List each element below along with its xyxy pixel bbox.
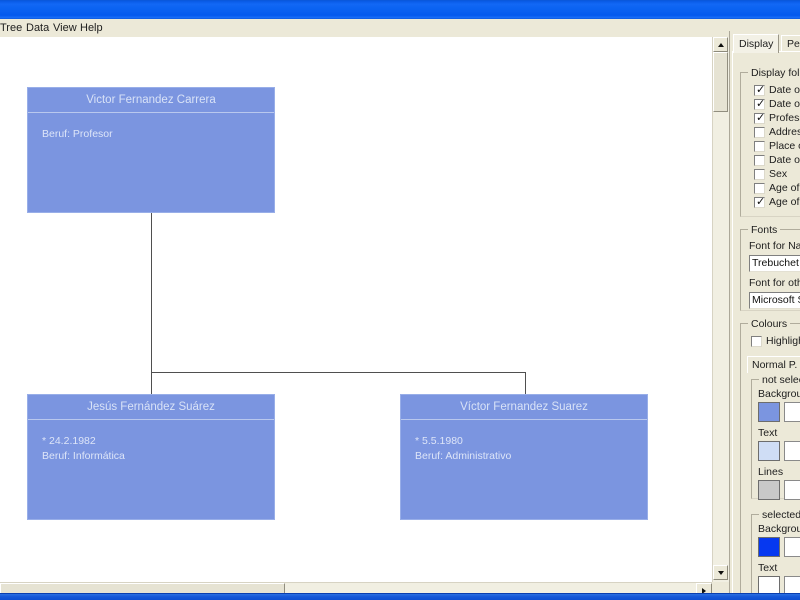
- check-mark-icon: ✓: [756, 195, 766, 208]
- checkbox-label: Age of dea: [769, 196, 800, 208]
- tree-node-name: Victor Fernandez Carrera: [28, 88, 274, 113]
- tree-canvas-area[interactable]: Victor Fernandez Carrera Beruf: Profesor…: [0, 37, 712, 582]
- check-mark-icon: ✓: [756, 97, 766, 110]
- tree-node-detail-line: * 5.5.1980: [415, 435, 463, 447]
- scroll-down-button[interactable]: [713, 565, 728, 580]
- not-selected-text-swatch[interactable]: [758, 441, 780, 461]
- check-mark-icon: ✓: [756, 111, 766, 124]
- fonts-group: Fonts Font for Names Trebuchet MS Font f…: [740, 224, 800, 311]
- tab-display[interactable]: Display: [733, 34, 780, 53]
- colours-group-label: Colours: [748, 318, 791, 330]
- connector-root-vertical: [151, 213, 152, 372]
- scroll-up-button[interactable]: [713, 37, 728, 52]
- checkbox-box: ✓: [754, 111, 766, 124]
- tree-node-detail-line: Beruf: Informática: [42, 450, 125, 462]
- tree-node-detail-line: * 24.2.1982: [42, 435, 96, 447]
- arrow-down-icon: [717, 570, 724, 575]
- tree-node-name: Jesús Fernández Suárez: [28, 395, 274, 420]
- taskbar[interactable]: [0, 593, 800, 600]
- colours-group: Colours Highlight o Normal P. not select…: [740, 318, 800, 599]
- arrow-up-icon: [717, 42, 724, 47]
- connector-right-child-vertical: [525, 372, 526, 394]
- tree-node-root[interactable]: Victor Fernandez Carrera Beruf: Profesor: [27, 87, 275, 213]
- not-selected-text-label: Text: [758, 427, 778, 439]
- font-for-names-label: Font for Names: [749, 240, 800, 252]
- selected-colours-group: selected Backgroun Text Lines: [751, 509, 800, 599]
- checkbox-label: Sex: [769, 168, 788, 180]
- subtab-normal-person[interactable]: Normal P.: [747, 356, 800, 373]
- font-for-names-input[interactable]: Trebuchet MS: [749, 255, 800, 272]
- selected-text-label: Text: [758, 562, 778, 574]
- checkbox-box: ✓: [754, 83, 766, 96]
- checkbox-label: Date of Bir: [769, 84, 800, 96]
- font-for-other-label: Font for other T: [749, 277, 800, 289]
- tree-node-details: * 5.5.1980 Beruf: Administrativo: [401, 420, 647, 464]
- connector-left-child-vertical: [151, 372, 152, 394]
- not-selected-lines-field[interactable]: [784, 480, 800, 500]
- checkbox-box: [754, 141, 765, 152]
- checkbox-box: [754, 155, 765, 166]
- checkbox-box: [751, 336, 762, 347]
- not-selected-background-field[interactable]: [784, 402, 800, 422]
- connector-horizontal: [151, 372, 526, 373]
- canvas-vertical-scrollbar[interactable]: [712, 37, 729, 582]
- not-selected-background-label: Backgroun: [758, 388, 800, 400]
- display-fields-group-label: Display followin: [748, 67, 800, 79]
- vertical-scroll-thumb[interactable]: [713, 52, 728, 112]
- tree-node-detail-line: Beruf: Profesor: [42, 128, 113, 140]
- tree-node-child-left[interactable]: Jesús Fernández Suárez * 24.2.1982 Beruf…: [27, 394, 275, 520]
- menu-item-help[interactable]: Help: [76, 21, 107, 35]
- checkbox-label: Date of Ba: [769, 154, 800, 166]
- checkbox-label: Age of livin: [769, 182, 800, 194]
- tree-node-detail-line: Beruf: Administrativo: [415, 450, 512, 462]
- options-tabstrip: Display Person: [733, 34, 800, 53]
- not-selected-lines-label: Lines: [758, 466, 784, 478]
- checkbox-label: Date of De: [769, 98, 800, 110]
- family-tree-diagram: Victor Fernandez Carrera Beruf: Profesor…: [0, 37, 712, 582]
- options-panel: Display Person Display followin ✓ Date o…: [729, 31, 800, 599]
- checkbox-box: ✓: [754, 195, 766, 208]
- checkbox-label: Highlight o: [766, 335, 800, 347]
- selected-background-field[interactable]: [784, 537, 800, 557]
- tree-node-name: Víctor Fernandez Suarez: [401, 395, 647, 420]
- not-selected-background-swatch[interactable]: [758, 402, 780, 422]
- not-selected-colours-group: not selecte Backgroun Text Lines: [751, 374, 800, 500]
- font-for-other-input[interactable]: Microsoft Sans: [749, 292, 800, 309]
- checkbox-box: ✓: [754, 97, 766, 110]
- selected-group-label: selected: [759, 509, 800, 521]
- fonts-group-label: Fonts: [748, 224, 781, 236]
- not-selected-text-field[interactable]: [784, 441, 800, 461]
- selected-background-swatch[interactable]: [758, 537, 780, 557]
- selected-background-label: Backgroun: [758, 523, 800, 535]
- tree-node-details: * 24.2.1982 Beruf: Informática: [28, 420, 274, 464]
- checkbox-box: [754, 183, 765, 194]
- tab-person[interactable]: Person: [781, 35, 800, 52]
- tree-node-child-right[interactable]: Víctor Fernandez Suarez * 5.5.1980 Beruf…: [400, 394, 648, 520]
- checkbox-label: Address: [769, 126, 800, 138]
- checkbox-box: [754, 127, 765, 138]
- display-tab-panel: Display followin ✓ Date of Bir ✓ Date of…: [732, 51, 800, 599]
- application-window: Tree Data View Help Victor Fernandez Car…: [0, 0, 800, 600]
- window-titlebar: [0, 0, 800, 20]
- tree-node-details: Beruf: Profesor: [28, 113, 274, 142]
- display-fields-group: Display followin ✓ Date of Bir ✓ Date of…: [740, 67, 800, 217]
- not-selected-lines-swatch[interactable]: [758, 480, 780, 500]
- not-selected-group-label: not selecte: [759, 374, 800, 386]
- menu-bar: Tree Data View Help: [0, 19, 800, 38]
- check-mark-icon: ✓: [756, 83, 766, 96]
- checkbox-label: Profession: [769, 112, 800, 124]
- checkbox-box: [754, 169, 765, 180]
- checkbox-label: Place of Bi: [769, 140, 800, 152]
